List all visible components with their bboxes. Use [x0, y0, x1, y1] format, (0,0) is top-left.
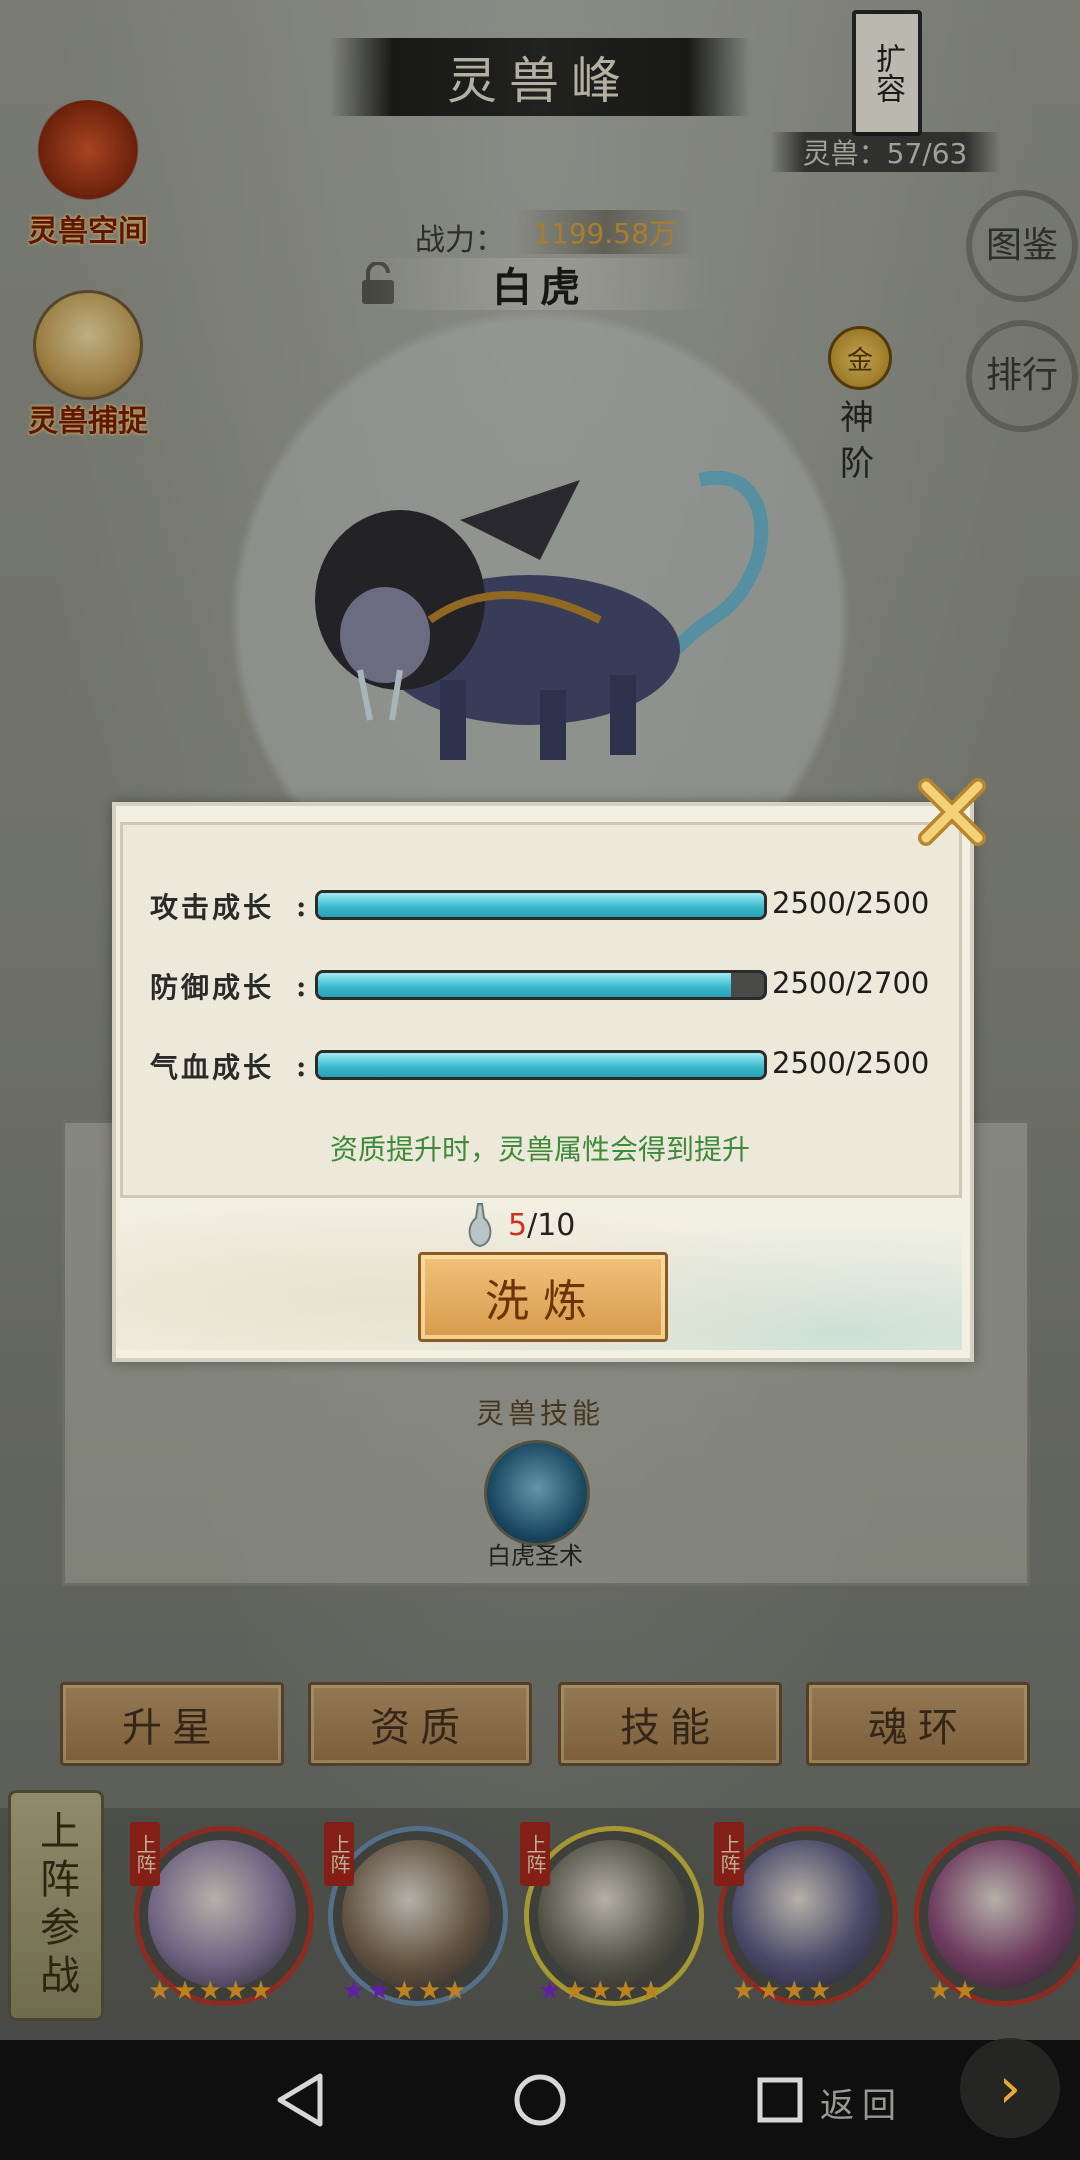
stat-progress-bar [315, 1050, 767, 1080]
stat-colon: : [296, 890, 310, 923]
stat-colon: : [296, 1050, 310, 1083]
refine-item-total: /10 [527, 1207, 576, 1243]
close-icon[interactable] [914, 774, 990, 850]
refine-item-current: 5 [508, 1207, 528, 1243]
stat-colon: : [296, 970, 310, 1003]
stat-value: 2500/2500 [772, 886, 930, 920]
refine-item-icon [468, 1203, 492, 1248]
home-circle-icon[interactable] [512, 2070, 568, 2130]
stat-progress-bar [315, 970, 767, 1000]
refine-item-count: 5/10 [462, 1202, 575, 1248]
refine-button[interactable]: 洗炼 [418, 1252, 668, 1342]
stat-progress-bar [315, 890, 767, 920]
back-triangle-icon[interactable] [272, 2070, 328, 2130]
return-label[interactable]: 返回 [820, 2078, 904, 2127]
stat-progress-fill [318, 973, 731, 997]
stat-label: 攻击成长 [150, 891, 275, 924]
stat-progress-fill [318, 893, 764, 917]
stat-value: 2500/2700 [772, 966, 930, 1000]
recents-square-icon[interactable] [752, 2070, 808, 2130]
stat-progress-fill [318, 1053, 764, 1077]
forward-arrow-icon[interactable]: › [960, 2038, 1060, 2138]
aptitude-tip: 资质提升时，灵兽属性会得到提升 [329, 1133, 750, 1166]
stat-label: 防御成长 [150, 971, 275, 1004]
stat-value: 2500/2500 [772, 1046, 930, 1080]
stat-label: 气血成长 [150, 1051, 275, 1084]
